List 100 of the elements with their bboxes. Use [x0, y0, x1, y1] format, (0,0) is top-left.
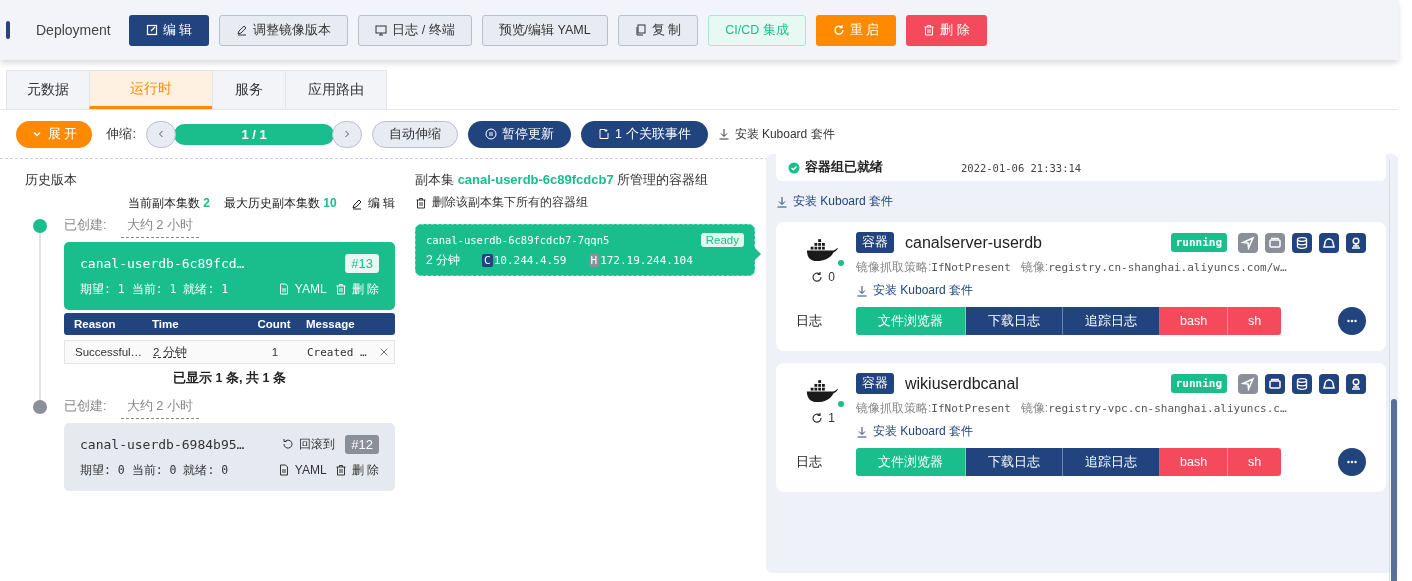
whale-icon — [805, 379, 839, 404]
auto-scale-button[interactable]: 自动伸缩 — [372, 120, 459, 148]
undo-icon — [282, 438, 295, 450]
delete-all-pods-link[interactable]: 删除该副本集下所有的容器组 — [415, 194, 588, 211]
edit-link[interactable]: 编 辑 — [350, 195, 395, 212]
bell-icon[interactable] — [1319, 373, 1339, 394]
resource-kind-label: Deployment — [36, 22, 111, 38]
database-icon[interactable] — [1292, 373, 1312, 394]
action-button[interactable]: sh — [1228, 307, 1282, 335]
action-button[interactable]: sh — [1228, 448, 1282, 476]
more-button[interactable] — [1338, 448, 1366, 476]
document-icon — [277, 283, 290, 295]
replicaset-name: canal-userdb-6984b95… — [80, 436, 246, 452]
header-button[interactable]: 复 制 — [617, 14, 699, 46]
created-time: 大约 2 小时 — [120, 216, 200, 238]
trash-icon — [415, 196, 427, 209]
download-icon — [856, 425, 868, 438]
tab[interactable]: 服务 — [212, 70, 286, 109]
revision-number: #13 — [345, 253, 379, 273]
action-button[interactable]: bash — [1160, 448, 1229, 476]
replicaset-name: canal-userdb-6c89fcd… — [80, 255, 246, 271]
column-header: Reason — [73, 318, 117, 330]
action-button[interactable]: bash — [1160, 307, 1229, 335]
pod-age: 2 分钟 — [426, 252, 460, 269]
close-icon[interactable] — [379, 347, 389, 357]
trash-icon — [923, 24, 936, 36]
log-label: 日志 — [795, 312, 823, 330]
container-tag: 容器 — [856, 373, 894, 394]
header-button[interactable]: 调整镜像版本 — [219, 14, 349, 46]
action-button[interactable]: 追踪日志 — [1063, 448, 1160, 476]
scrollbar-thumb[interactable] — [1391, 399, 1397, 581]
events-summary: 已显示 1 条, 共 1 条 — [172, 370, 287, 387]
user-icon[interactable] — [1346, 373, 1366, 394]
refresh-icon — [832, 24, 845, 36]
header-button[interactable]: 预览/编辑 YAML — [481, 14, 608, 46]
delete-link[interactable]: 删 除 — [334, 461, 379, 479]
current-replicasets-count: 当前副本集数 2 — [127, 195, 210, 212]
container-name: wikiuserdbcanal — [905, 374, 1020, 393]
events-button[interactable]: 1 个关联事件 — [581, 120, 708, 148]
yaml-link[interactable]: YAML — [277, 461, 327, 479]
history-title: 历史版本 — [25, 171, 78, 189]
install-kuboard-link[interactable]: 安装 Kuboard 套件 — [856, 282, 1366, 299]
download-icon — [856, 284, 868, 297]
pod-name: canal-userdb-6c89fcdcb7-7qqn5 — [426, 234, 610, 246]
created-time: 大约 2 小时 — [120, 397, 200, 419]
image-info: 镜像抓取策略:IfNotPresent 镜像:registry-vpc.cn-shanghai.aliyuncs.c… — [856, 400, 1288, 417]
action-button[interactable]: 下载日志 — [966, 448, 1063, 476]
column-header: Count — [256, 318, 292, 330]
note-icon — [598, 128, 611, 140]
column-header: Message — [305, 318, 356, 330]
log-label: 日志 — [795, 453, 823, 471]
health-dot — [838, 260, 844, 266]
tab[interactable]: 应用路由 — [285, 70, 387, 109]
document-icon — [277, 464, 290, 476]
header-button[interactable]: 删 除 — [906, 14, 987, 46]
user-icon[interactable] — [1346, 232, 1366, 253]
trash-icon — [334, 464, 347, 476]
database-icon[interactable] — [1292, 232, 1312, 253]
pause-update-button[interactable]: 暂停更新 — [468, 120, 572, 148]
replica-stats: 期望: 1 当前: 1 就绪: 1 — [80, 281, 229, 297]
status-badge: Ready — [700, 233, 744, 247]
host-ip: 172.19.244.104 — [600, 254, 693, 267]
volume-icon[interactable] — [1265, 373, 1285, 394]
table-cell-text: Successful… — [74, 346, 144, 358]
header-button[interactable]: 编 辑 — [128, 14, 210, 46]
table-cell-text: Created … — [306, 345, 368, 359]
more-button[interactable] — [1338, 307, 1366, 335]
max-history-count: 最大历史副本集数 10 — [223, 195, 337, 212]
created-label: 已创建: — [64, 216, 107, 234]
container-ip-tag: C — [482, 254, 493, 267]
restart-count: 0 — [811, 270, 835, 284]
container-tag: 容器 — [856, 232, 894, 253]
image-info: 镜像抓取策略:IfNotPresent 镜像:registry.cn-shanghai.aliyuncs.com/w… — [856, 259, 1288, 276]
table-cell-text: 1 — [270, 346, 280, 358]
check-circle-icon — [788, 161, 800, 174]
action-button[interactable]: 追踪日志 — [1063, 307, 1160, 335]
revision-card[interactable]: canal-userdb-6984b95… 回滚到 #12 期望: 0 当前: 0 就绪: 0 YAML 删 除 — [64, 423, 395, 491]
install-kuboard-link[interactable]: 安装 Kuboard 套件 — [776, 193, 1386, 210]
navigate-icon[interactable] — [1238, 373, 1258, 394]
column-header: Time — [152, 318, 180, 330]
edit-icon — [145, 24, 158, 36]
download-icon — [717, 128, 730, 140]
refresh-icon — [811, 271, 824, 283]
install-kuboard-link[interactable]: 安装 Kuboard 套件 — [717, 125, 835, 143]
container-ip: 10.244.4.59 — [493, 254, 567, 267]
navigate-icon[interactable] — [1238, 232, 1258, 253]
host-ip-tag: H — [588, 254, 600, 267]
bell-icon[interactable] — [1319, 232, 1339, 253]
refresh-icon — [811, 412, 824, 424]
copy-icon — [634, 24, 647, 36]
revision-number: #12 — [345, 434, 379, 454]
tab[interactable]: 元数据 — [6, 70, 90, 109]
header-button[interactable]: 日志 / 终端 — [358, 14, 472, 46]
container-name: canalserver-userdb — [905, 233, 1043, 252]
action-button[interactable]: 下载日志 — [966, 307, 1063, 335]
pen-icon — [236, 24, 249, 36]
rollback-link[interactable]: 回滚到 — [282, 435, 336, 453]
replicaset-title: 副本集 canal-userdb-6c89fcdcb7 所管理的容器组 — [415, 171, 709, 189]
install-kuboard-link[interactable]: 安装 Kuboard 套件 — [856, 423, 1366, 440]
created-label: 已创建: — [64, 397, 107, 415]
